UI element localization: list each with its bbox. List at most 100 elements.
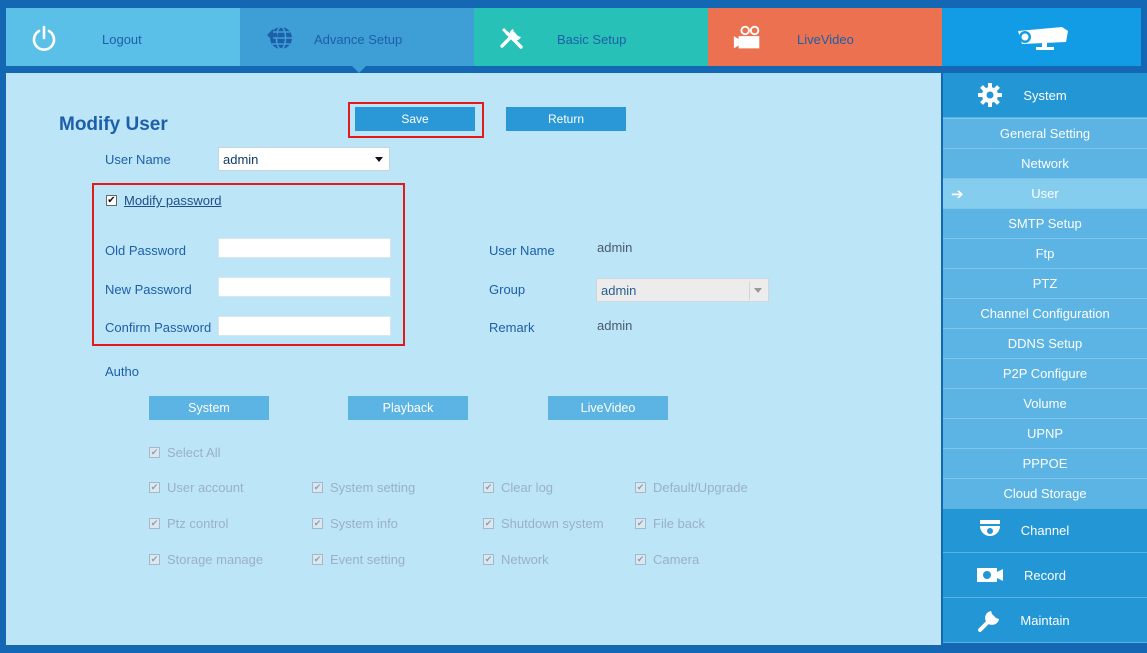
active-tab-pointer (352, 66, 366, 73)
sidebar-item-upnp[interactable]: UPNP (943, 418, 1147, 448)
perm-ptz-control[interactable]: ✔ Ptz control (149, 516, 228, 531)
sidebar-item-label: DDNS Setup (1007, 336, 1083, 351)
checkbox-icon: ✔ (483, 518, 494, 529)
sidebar-item-label: SMTP Setup (1008, 216, 1082, 231)
perm-label: System info (330, 516, 398, 531)
sidebar-item-label: PPPOE (1022, 456, 1068, 471)
sidebar: System General Setting Network ➔ User SMT… (943, 73, 1147, 645)
sidebar-item-label: Volume (1023, 396, 1067, 411)
sidebar-maintain-label: Maintain (1020, 612, 1070, 628)
sidebar-item-label: Ftp (1035, 246, 1055, 261)
save-button[interactable]: Save (355, 107, 475, 131)
username-select-value: admin (223, 151, 259, 167)
sidebar-item-ptz[interactable]: PTZ (943, 268, 1147, 298)
select-divider (749, 282, 750, 300)
sidebar-item-network[interactable]: Network (943, 148, 1147, 178)
sidebar-item-label: General Setting (999, 126, 1091, 141)
remark-value: admin (597, 318, 633, 333)
video-camera-icon (732, 22, 764, 54)
perm-clear-log[interactable]: ✔ Clear log (483, 480, 553, 495)
checkbox-icon: ✔ (312, 482, 323, 493)
tab-basic-setup[interactable]: Basic Setup (474, 8, 708, 66)
group-select[interactable]: admin (596, 278, 769, 302)
old-password-input[interactable] (218, 238, 391, 258)
autho-tab-playback[interactable]: Playback (348, 396, 468, 420)
confirm-password-input[interactable] (218, 316, 391, 336)
checkbox-icon: ✔ (635, 518, 646, 529)
sidebar-record-header[interactable]: Record (943, 553, 1147, 598)
tab-livevideo[interactable]: LiveVideo (708, 8, 942, 66)
sidebar-channel-label: Channel (1020, 523, 1070, 538)
new-password-label: New Password (105, 282, 192, 297)
perm-network[interactable]: ✔ Network (483, 552, 549, 567)
autho-label: Autho (105, 364, 139, 379)
checkbox-icon: ✔ (149, 482, 160, 493)
sidebar-channel-header[interactable]: Channel (943, 508, 1147, 553)
tab-advance-setup[interactable]: Advance Setup (240, 8, 474, 73)
info-username-label: User Name (489, 243, 555, 258)
perm-user-account[interactable]: ✔ User account (149, 480, 244, 495)
perm-label: Ptz control (167, 516, 229, 531)
tab-livevideo-label: LiveVideo (797, 32, 854, 47)
sidebar-item-user[interactable]: ➔ User (943, 178, 1147, 208)
checkbox-icon: ✔ (483, 482, 494, 493)
tab-logout[interactable]: Logout (6, 8, 240, 66)
page-title: Modify User (59, 114, 168, 135)
group-label: Group (489, 282, 526, 297)
sidebar-item-label: User (1031, 186, 1059, 201)
sidebar-item-cloud-storage[interactable]: Cloud Storage (943, 478, 1147, 508)
perm-default-upgrade[interactable]: ✔ Default/Upgrade (635, 480, 748, 495)
modify-password-checkbox[interactable]: ✔ (106, 195, 117, 206)
chevron-down-icon (375, 157, 383, 162)
sidebar-item-channel-configuration[interactable]: Channel Configuration (943, 298, 1147, 328)
perm-label: Network (501, 552, 549, 567)
perm-storage-manage[interactable]: ✔ Storage manage (149, 552, 263, 567)
perm-label: File back (653, 516, 706, 531)
perm-shutdown-system[interactable]: ✔ Shutdown system (483, 516, 604, 531)
sidebar-item-volume[interactable]: Volume (943, 388, 1147, 418)
perm-label: Camera (653, 552, 700, 567)
perm-label: Event setting (330, 552, 406, 567)
group-select-value: admin (601, 282, 637, 298)
perm-camera[interactable]: ✔ Camera (635, 552, 699, 567)
sidebar-item-smtp-setup[interactable]: SMTP Setup (943, 208, 1147, 238)
tab-logout-label: Logout (102, 32, 142, 47)
tools-icon (496, 22, 528, 54)
checkbox-icon: ✔ (312, 554, 323, 565)
perm-system-info[interactable]: ✔ System info (312, 516, 398, 531)
sidebar-item-label: Network (1021, 156, 1069, 171)
username-select[interactable]: admin (218, 147, 390, 171)
confirm-password-label: Confirm Password (105, 320, 212, 335)
new-password-input[interactable] (218, 277, 391, 297)
checkbox-icon: ✔ (149, 447, 160, 458)
sidebar-item-p2p-configure[interactable]: P2P Configure (943, 358, 1147, 388)
sidebar-maintain-header[interactable]: Maintain (943, 598, 1147, 643)
checkbox-icon: ✔ (635, 482, 646, 493)
autho-tab-system[interactable]: System (149, 396, 269, 420)
perm-label: Shutdown system (501, 516, 604, 531)
select-all-checkbox[interactable]: ✔ Select All (149, 445, 220, 460)
sidebar-item-label: Channel Configuration (980, 306, 1110, 321)
sidebar-item-label: PTZ (1032, 276, 1058, 291)
checkbox-icon: ✔ (149, 518, 160, 529)
modify-password-label[interactable]: Modify password (124, 193, 222, 208)
tab-basic-setup-label: Basic Setup (557, 32, 627, 47)
perm-event-setting[interactable]: ✔ Event setting (312, 552, 405, 567)
sidebar-system-header[interactable]: System (943, 73, 1147, 118)
security-camera-icon (1012, 22, 1072, 52)
brand-logo (942, 8, 1141, 66)
perm-system-setting[interactable]: ✔ System setting (312, 480, 415, 495)
return-button[interactable]: Return (506, 107, 626, 131)
sidebar-item-pppoe[interactable]: PPPOE (943, 448, 1147, 478)
sidebar-item-ddns-setup[interactable]: DDNS Setup (943, 328, 1147, 358)
checkbox-icon: ✔ (149, 554, 160, 565)
autho-tab-livevideo[interactable]: LiveVideo (548, 396, 668, 420)
power-icon (28, 22, 60, 54)
app-window: Logout Advance Setup Basic Setup LiveVid… (0, 0, 1147, 653)
arrow-right-icon: ➔ (951, 186, 964, 203)
select-all-label: Select All (167, 445, 221, 460)
main-panel: Modify User Save Return User Name admin … (6, 73, 941, 645)
perm-file-back[interactable]: ✔ File back (635, 516, 705, 531)
sidebar-item-ftp[interactable]: Ftp (943, 238, 1147, 268)
sidebar-item-general-setting[interactable]: General Setting (943, 118, 1147, 148)
